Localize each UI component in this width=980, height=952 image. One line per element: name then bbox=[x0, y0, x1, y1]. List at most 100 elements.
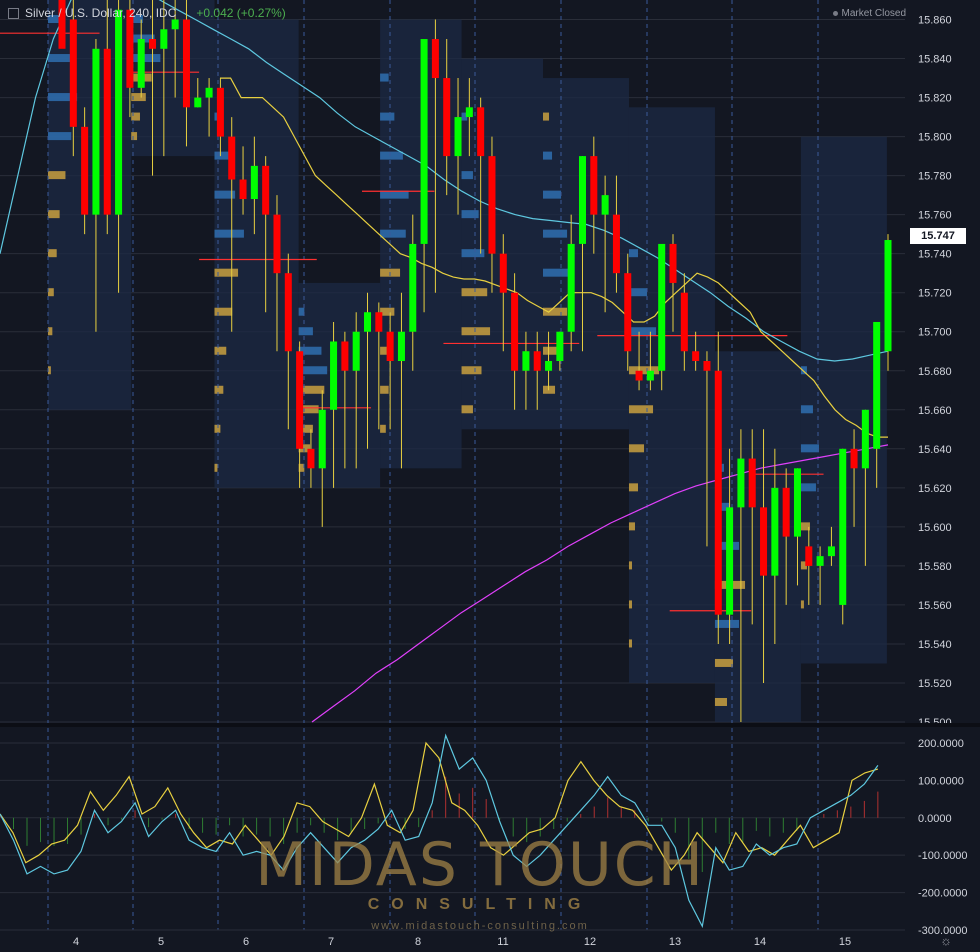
volume-profile-bar bbox=[380, 151, 403, 160]
candle-body bbox=[511, 292, 519, 371]
candle-body bbox=[182, 19, 190, 108]
candle-body bbox=[884, 240, 892, 352]
candle-body bbox=[160, 29, 168, 49]
volume-profile-bar bbox=[131, 132, 138, 141]
candle-body bbox=[194, 97, 202, 108]
x-tick-label: 13 bbox=[669, 936, 681, 948]
candle-body bbox=[126, 9, 134, 88]
settings-gear-icon[interactable]: ☼ bbox=[940, 933, 952, 948]
candle-body bbox=[612, 214, 620, 274]
volume-profile-bar bbox=[628, 288, 648, 297]
y-tick-label: 15.680 bbox=[918, 366, 952, 378]
volume-profile-box bbox=[628, 107, 715, 683]
candle-body bbox=[760, 507, 768, 576]
last-price-label: 15.747 bbox=[910, 228, 966, 244]
candle-body bbox=[375, 312, 383, 332]
volume-profile-bar bbox=[800, 483, 816, 492]
candle-body bbox=[635, 370, 643, 381]
x-tick-label: 12 bbox=[584, 936, 596, 948]
volume-profile-bar bbox=[628, 561, 632, 570]
osc-tick-label: 100.0000 bbox=[918, 775, 964, 787]
candle-body bbox=[669, 243, 677, 283]
y-tick-label: 15.520 bbox=[918, 678, 952, 690]
volume-profile-bar bbox=[628, 600, 632, 609]
price-change: +0.042 (+0.27%) bbox=[196, 6, 286, 20]
candle-body bbox=[861, 409, 869, 469]
candle-body bbox=[816, 556, 824, 566]
candle-body bbox=[624, 273, 632, 352]
volume-profile-bar bbox=[47, 288, 54, 297]
volume-profile-bar bbox=[47, 171, 66, 180]
candle-body bbox=[658, 243, 666, 371]
volume-profile-bar bbox=[800, 444, 819, 453]
candle-body bbox=[307, 448, 315, 469]
volume-profile-bar bbox=[543, 229, 568, 238]
candle-body bbox=[420, 39, 428, 244]
candle-body bbox=[341, 341, 349, 371]
volume-profile-bar bbox=[380, 385, 389, 394]
status-dot-icon bbox=[832, 10, 838, 16]
x-tick-label: 7 bbox=[328, 936, 334, 948]
volume-profile-bar bbox=[47, 327, 53, 336]
candle-body bbox=[397, 331, 405, 361]
candle-body bbox=[737, 458, 745, 508]
candle-body bbox=[454, 117, 462, 157]
candle-body bbox=[533, 351, 541, 371]
candle-body bbox=[216, 87, 224, 137]
candle-body bbox=[115, 9, 123, 215]
osc-tick-label: -200.0000 bbox=[918, 888, 968, 900]
y-tick-label: 15.600 bbox=[918, 522, 952, 534]
candle-body bbox=[703, 361, 711, 371]
volume-profile-bar bbox=[214, 229, 244, 238]
y-tick-label: 15.840 bbox=[918, 54, 952, 66]
candle-body bbox=[477, 107, 485, 157]
candle-body bbox=[284, 273, 292, 352]
candle-body bbox=[567, 243, 575, 332]
volume-profile-bar bbox=[214, 424, 221, 433]
x-tick-label: 11 bbox=[497, 936, 508, 948]
candle-body bbox=[363, 312, 372, 332]
market-status: Market Closed bbox=[832, 8, 906, 19]
volume-profile-bar bbox=[543, 112, 550, 121]
candle-body bbox=[330, 341, 338, 410]
silver-chart[interactable]: 15.860 15.840 15.820 15.800 15.780 15.760 15.7… bbox=[0, 0, 980, 952]
candle-body bbox=[386, 331, 394, 361]
candle-body bbox=[748, 458, 756, 508]
candle-body bbox=[443, 78, 451, 157]
candle-body bbox=[839, 448, 847, 605]
volume-profile-bar bbox=[380, 424, 386, 433]
candle-body bbox=[692, 351, 700, 361]
volume-profile-box bbox=[214, 19, 299, 488]
volume-profile-bar bbox=[628, 639, 632, 648]
candle-body bbox=[714, 370, 722, 615]
candle-body bbox=[273, 214, 281, 274]
candle-body bbox=[318, 409, 326, 469]
volume-profile-bar bbox=[543, 151, 553, 160]
candle-body bbox=[465, 107, 473, 118]
candle-body bbox=[646, 370, 654, 381]
symbol-title[interactable]: Silver / U.S. Dollar, 240, IDC bbox=[25, 6, 176, 20]
candle-body bbox=[601, 195, 609, 215]
volume-profile-bar bbox=[380, 190, 409, 199]
volume-profile-bar bbox=[461, 405, 473, 414]
collapse-icon[interactable] bbox=[8, 7, 19, 19]
volume-profile-bar bbox=[214, 307, 233, 316]
volume-profile-bar bbox=[214, 346, 227, 355]
y-tick-label: 15.800 bbox=[918, 132, 952, 144]
volume-profile-bar bbox=[628, 405, 654, 414]
volume-profile-bar bbox=[714, 658, 734, 667]
candle-body bbox=[771, 487, 779, 576]
volume-profile-bar bbox=[47, 132, 72, 141]
volume-profile-bar bbox=[461, 210, 479, 219]
chart-header: Silver / U.S. Dollar, 240, IDC +0.042 (+… bbox=[8, 6, 286, 20]
y-tick-label: 15.700 bbox=[918, 327, 952, 339]
y-tick-label: 15.560 bbox=[918, 600, 952, 612]
volume-profile-bar bbox=[461, 171, 473, 180]
candle-body bbox=[782, 487, 790, 537]
volume-profile-bar bbox=[628, 522, 635, 531]
candle-body bbox=[352, 331, 360, 371]
candle-body bbox=[296, 351, 304, 449]
candle-body bbox=[69, 19, 77, 127]
candle-body bbox=[726, 507, 734, 615]
candle-body bbox=[205, 87, 213, 98]
